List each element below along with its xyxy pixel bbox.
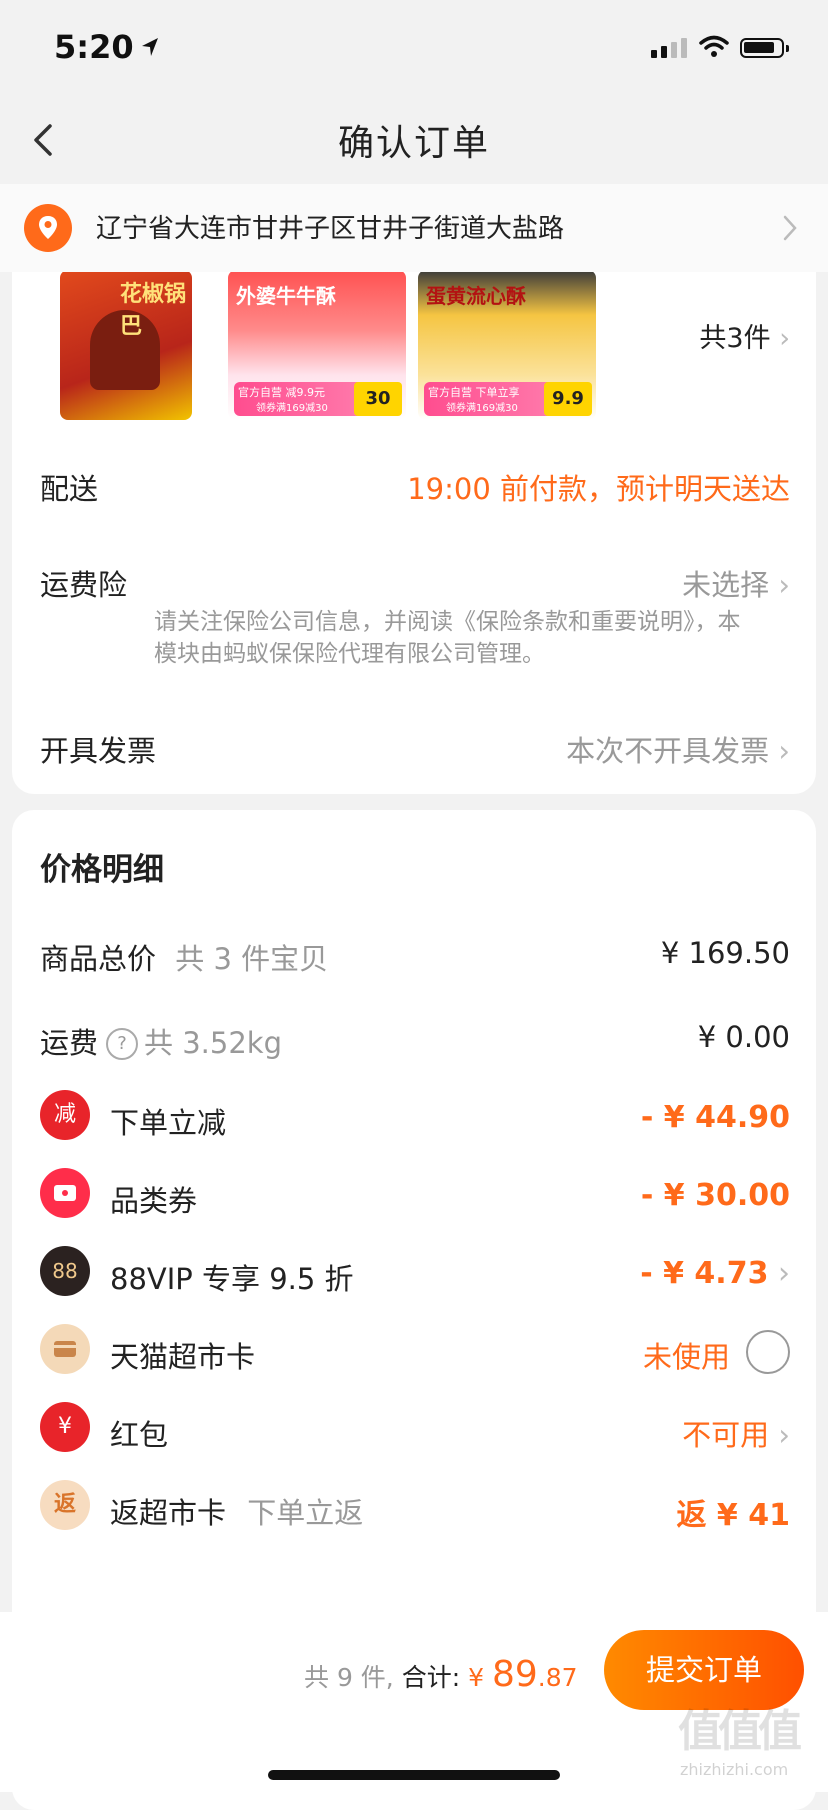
watermark-logo: 值值值 [678, 1706, 802, 1757]
category-coupon-label: 品类券 [110, 1184, 198, 1218]
insurance-value: 未选择 [682, 568, 770, 602]
page-title: 确认订单 [337, 123, 490, 164]
market-card-label: 天猫超市卡 [110, 1340, 256, 1374]
product-thumbnail[interactable]: 蛋黄流心酥 官方自营 下单立享 领券满169减30 9.9 [418, 270, 596, 420]
vip-label: 88VIP 专享 9.5 折 [110, 1262, 354, 1296]
return-icon: 返 [40, 1480, 90, 1530]
item-total-count: 共 9 件, [304, 1663, 394, 1692]
red-packet-value: 不可用 [682, 1418, 770, 1452]
category-coupon-value: - ¥ 30.00 [640, 1178, 790, 1213]
product-price: 30 [354, 382, 402, 416]
chevron-right-icon: › [768, 1256, 790, 1291]
vip-discount-link[interactable]: - ¥ 4.73 › [640, 1256, 790, 1291]
product-thumbnail[interactable]: 花椒锅巴 [60, 270, 192, 420]
market-card-radio[interactable] [746, 1330, 790, 1374]
red-packet-select[interactable]: 不可用 › [682, 1412, 790, 1454]
shipping-row: 运费? 共 3.52kg [40, 1026, 283, 1060]
location-arrow-icon [142, 38, 158, 56]
wifi-icon [699, 35, 729, 57]
discount-icon: 减 [40, 1090, 90, 1140]
watermark-url: zhizhizhi.com [680, 1760, 789, 1779]
help-icon[interactable]: ? [106, 1028, 139, 1060]
goods-total-value: ¥ 169.50 [660, 936, 790, 970]
product-thumbnail[interactable]: 外婆牛牛酥 官方自营 减9.9元 领券满169减30 30 [228, 270, 406, 420]
return-card-value: 返 ¥ 41 [676, 1498, 790, 1533]
market-card-value: 未使用 [642, 1340, 730, 1374]
chevron-right-icon: › [778, 734, 790, 768]
delivery-value: 19:00 前付款，预计明天送达 [407, 472, 790, 506]
status-time: 5:20 [54, 28, 134, 66]
item-count-link[interactable]: 共3件 › [699, 316, 790, 355]
delivery-label: 配送 [40, 472, 99, 506]
insurance-note: 请关注保险公司信息，并阅读《保险条款和重要说明》，本模块由蚂蚁保保险代理有限公司… [154, 609, 741, 667]
vip-88-icon: 88 [40, 1246, 90, 1296]
shipping-value: ¥ 0.00 [697, 1020, 790, 1054]
battery-icon [740, 38, 789, 58]
invoice-select[interactable]: 本次不开具发票 › [566, 728, 790, 770]
red-packet-icon: ¥ [40, 1402, 90, 1452]
status-bar: 5:20 [0, 0, 828, 100]
insurance-select[interactable]: 未选择 › [682, 562, 790, 604]
card-icon [40, 1324, 90, 1374]
order-summary: 共 9 件, 合计: ¥ 89.87 [304, 1654, 578, 1695]
goods-total-row: 商品总价 共 3 件宝贝 [40, 942, 329, 976]
address-bar[interactable]: 辽宁省大连市甘井子区甘井子街道大盐路 [0, 184, 828, 272]
chevron-right-icon: › [779, 323, 790, 354]
order-discount-label: 下单立减 [110, 1106, 227, 1140]
total-label: 合计: [401, 1663, 461, 1692]
cellular-signal-icon [651, 38, 687, 58]
return-card-row: 返超市卡 下单立返 [110, 1496, 364, 1530]
chevron-right-icon: › [778, 568, 790, 602]
address-text: 辽宁省大连市甘井子区甘井子街道大盐路 [96, 214, 565, 244]
chevron-right-icon: › [769, 1418, 790, 1452]
order-discount-value: - ¥ 44.90 [640, 1100, 790, 1135]
total-amount: 89 [491, 1654, 538, 1695]
section-title: 价格明细 [40, 852, 164, 888]
red-packet-label: 红包 [110, 1418, 169, 1452]
location-pin-icon [24, 204, 72, 252]
vip-value: - ¥ 4.73 [640, 1256, 769, 1291]
product-price: 9.9 [544, 382, 592, 416]
chevron-right-icon [783, 215, 797, 241]
insurance-label: 运费险 [40, 568, 128, 602]
item-count: 共3件 [699, 323, 771, 354]
invoice-label: 开具发票 [40, 734, 157, 768]
order-items-card: 花椒锅巴 外婆牛牛酥 官方自营 减9.9元 领券满169减30 30 蛋黄流心酥… [12, 240, 816, 794]
invoice-value: 本次不开具发票 [566, 734, 770, 768]
coupon-ticket-icon [40, 1168, 90, 1218]
home-indicator[interactable] [268, 1770, 560, 1780]
